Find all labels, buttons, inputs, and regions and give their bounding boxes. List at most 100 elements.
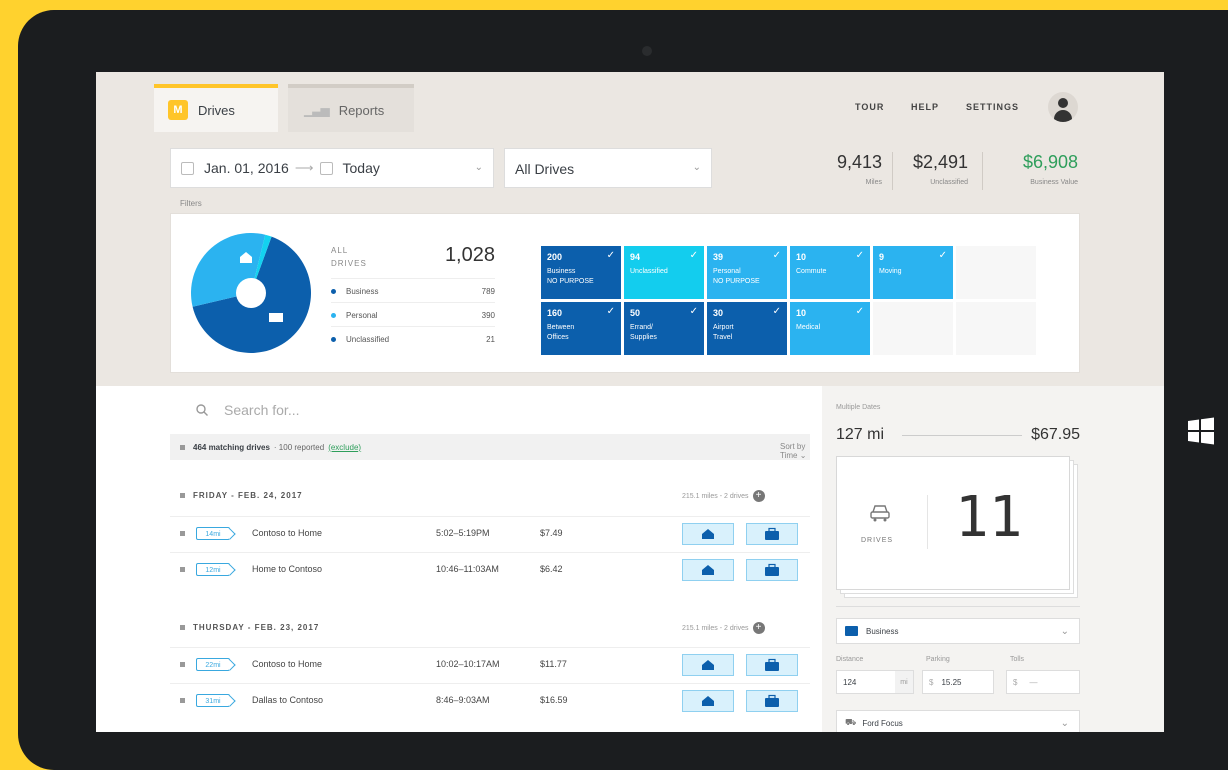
drive-time: 10:02–10:17AM: [436, 659, 500, 669]
tab-drives[interactable]: M Drives: [154, 84, 278, 132]
legend-count: 390: [481, 310, 495, 320]
check-icon: ✓: [689, 250, 698, 261]
exclude-link[interactable]: (exclude): [328, 443, 361, 452]
camera: [642, 46, 652, 56]
legend-label: Unclassified: [346, 334, 390, 344]
add-icon[interactable]: +: [752, 490, 765, 502]
search-bar[interactable]: Search for...: [196, 402, 299, 418]
nav-tour[interactable]: TOUR: [855, 102, 884, 112]
tile-count: 9: [879, 252, 885, 262]
purpose-tile[interactable]: ✓ 10 Commute: [790, 246, 870, 299]
row-checkbox[interactable]: [180, 662, 185, 667]
stat-unclassified-label: Unclassified: [930, 179, 968, 186]
tab-reports[interactable]: ▁▃▅ Reports: [288, 84, 414, 132]
drive-row[interactable]: 12mi Home to Contoso 10:46–11:03AM $6.42: [170, 552, 810, 587]
nav-help[interactable]: HELP: [911, 102, 939, 112]
drive-time: 5:02–5:19PM: [436, 528, 490, 538]
parking-label: Parking: [926, 656, 950, 663]
purpose-tile[interactable]: ✓ 10 Medical: [790, 302, 870, 355]
purpose-tile[interactable]: ✓ 30 Airport Travel: [707, 302, 787, 355]
windows-logo-icon[interactable]: [1186, 416, 1216, 446]
day-checkbox[interactable]: [180, 625, 185, 630]
category-select[interactable]: Business ⌄: [836, 618, 1080, 644]
tile-count: 94: [630, 252, 641, 262]
date-range-picker[interactable]: Jan. 01, 2016 ⟶ Today ⌄: [170, 148, 494, 188]
stat-business-value-amount: $6,908: [1022, 152, 1078, 172]
tile-count: 10: [796, 308, 807, 318]
end-date[interactable]: Today: [343, 160, 380, 176]
drives-count: 11: [955, 485, 1023, 550]
purpose-tile[interactable]: ✓ 160 Between Offices: [541, 302, 621, 355]
purpose-tile[interactable]: ✓ 39 Personal NO PURPOSE: [707, 246, 787, 299]
classify-business-button[interactable]: [746, 523, 798, 545]
drive-amount: $7.49: [540, 528, 563, 538]
miles-tag: 14mi: [196, 527, 230, 540]
day-checkbox[interactable]: [180, 493, 185, 498]
category-value: Business: [866, 626, 899, 636]
drive-time: 10:46–11:03AM: [436, 564, 499, 574]
classify-personal-button[interactable]: [682, 654, 734, 676]
day-meta-text: 215.1 miles - 2 drives: [682, 492, 749, 500]
tolls-input[interactable]: $ —: [1006, 670, 1080, 694]
row-checkbox[interactable]: [180, 531, 185, 536]
tile-label: Business: [547, 268, 576, 275]
classify-business-button[interactable]: [746, 654, 798, 676]
parking-input[interactable]: $ 15.25: [922, 670, 994, 694]
tile-count: 50: [630, 308, 641, 318]
drive-route: Contoso to Home: [252, 528, 323, 538]
stat-unclassified-value: $2,491: [912, 152, 968, 172]
matching-drives-bar: 464 matching drives · 100 reported (excl…: [170, 434, 810, 460]
select-all-checkbox[interactable]: [180, 444, 185, 450]
classify-business-button[interactable]: [746, 690, 798, 712]
day-meta: 215.1 miles - 2 drives +: [682, 490, 765, 502]
check-icon: ✓: [938, 250, 947, 261]
matching-count: 464 matching drives: [193, 442, 270, 452]
tab-reports-label: Reports: [338, 102, 385, 118]
divider: [982, 152, 983, 190]
drive-row[interactable]: 31mi Dallas to Contoso 8:46–9:03AM $16.5…: [170, 683, 810, 718]
vehicle-select[interactable]: ⛟ Ford Focus ⌄: [836, 710, 1080, 732]
calendar-icon: [181, 161, 194, 175]
tile-count: 10: [796, 252, 807, 262]
drives-count-card[interactable]: DRIVES 11: [836, 456, 1070, 590]
purpose-tile[interactable]: ✓ 50 Errand/Supplies: [624, 302, 704, 355]
purpose-tile[interactable]: ✓ 9 Moving: [873, 246, 953, 299]
legend-business[interactable]: Business 789: [331, 278, 495, 303]
stat-business-value: $6,908 Business Value: [996, 152, 1078, 186]
drive-amount: $6.42: [540, 564, 563, 574]
drive-row[interactable]: 14mi Contoso to Home 5:02–5:19PM $7.49: [170, 516, 810, 551]
add-icon[interactable]: +: [752, 622, 765, 634]
classify-personal-button[interactable]: [682, 690, 734, 712]
day-header-label: THURSDAY - FEB. 23, 2017: [193, 623, 320, 632]
classify-business-button[interactable]: [746, 559, 798, 581]
drive-route: Dallas to Contoso: [252, 695, 324, 705]
legend-personal[interactable]: Personal 390: [331, 302, 495, 327]
distance-input[interactable]: 124 mi: [836, 670, 914, 694]
row-checkbox[interactable]: [180, 698, 185, 703]
classify-personal-button[interactable]: [682, 559, 734, 581]
empty-tile: [873, 302, 953, 355]
sort-dropdown[interactable]: Sort by Time ⌄: [780, 442, 810, 460]
purpose-tile[interactable]: ✓ 94 Unclassified: [624, 246, 704, 299]
search-input[interactable]: Search for...: [224, 402, 299, 418]
drives-pie-chart: [191, 233, 311, 353]
drive-amount: $11.77: [540, 659, 567, 669]
panel-value: $67.95: [1031, 426, 1080, 443]
drive-row[interactable]: 22mi Contoso to Home 10:02–10:17AM $11.7…: [170, 647, 810, 682]
tile-sublabel: Supplies: [630, 334, 657, 341]
drive-filter-select[interactable]: All Drives ⌄: [504, 148, 712, 188]
nav-settings[interactable]: SETTINGS: [966, 102, 1019, 112]
row-checkbox[interactable]: [180, 567, 185, 572]
legend-unclassified[interactable]: Unclassified 21: [331, 326, 495, 351]
drive-time: 8:46–9:03AM: [436, 695, 490, 705]
sort-label: Sort by Time: [780, 442, 806, 460]
start-date[interactable]: Jan. 01, 2016: [204, 160, 289, 176]
classify-personal-button[interactable]: [682, 523, 734, 545]
avatar[interactable]: [1048, 92, 1078, 122]
legend-label: Business: [346, 286, 379, 296]
home-icon: [702, 660, 714, 670]
purpose-tile[interactable]: ✓ 200 Business NO PURPOSE: [541, 246, 621, 299]
legend-count: 21: [486, 334, 495, 344]
tab-drives-label: Drives: [198, 102, 235, 118]
bar-chart-icon: ▁▃▅: [304, 103, 330, 117]
